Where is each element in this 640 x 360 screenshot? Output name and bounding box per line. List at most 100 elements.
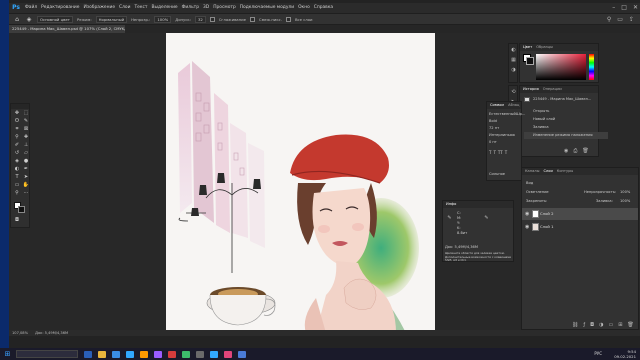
quick-select-tool-icon[interactable]: ✎ <box>22 118 30 125</box>
folder-icon[interactable]: ▭ <box>608 322 613 328</box>
photoshop-taskbar-icon[interactable] <box>126 350 134 358</box>
type-tool-icon[interactable]: T <box>13 174 21 181</box>
fx-icon[interactable]: ƒ <box>583 322 585 328</box>
camera-icon[interactable]: ⎙ <box>573 148 577 154</box>
blend-mode-select[interactable]: Осветление <box>526 190 549 195</box>
paint-bucket-icon[interactable]: ◈ <box>25 16 33 23</box>
pen-tool-icon[interactable]: ✒ <box>22 166 30 173</box>
workspace-icon[interactable]: ▭ <box>617 16 623 23</box>
document-canvas[interactable] <box>166 33 435 333</box>
system-clock[interactable]: 9:54 09.02.2021 <box>614 349 636 359</box>
tools-panel-header[interactable] <box>11 104 29 109</box>
all-caps-icon[interactable]: TT <box>498 150 503 155</box>
leading-field[interactable]: Интерлиньяж <box>489 133 515 138</box>
healing-tool-icon[interactable]: ✚ <box>22 134 30 141</box>
history-item[interactable]: Заливка <box>524 124 608 131</box>
color-panel-background[interactable] <box>526 57 534 65</box>
new-layer-icon[interactable]: ⊞ <box>618 322 622 328</box>
menu-layers[interactable]: Слои <box>117 3 132 13</box>
mode-select[interactable]: Нормальный <box>95 15 128 23</box>
close-button[interactable]: ✕ <box>633 3 638 13</box>
baseline-field[interactable]: 0 пт <box>489 140 497 145</box>
menu-3d[interactable]: 3D <box>201 3 211 13</box>
frame-tool-icon[interactable]: ⊠ <box>22 126 30 133</box>
tab-character[interactable]: Символ <box>490 102 504 109</box>
tolerance-field[interactable]: 32 <box>194 15 206 23</box>
blur-tool-icon[interactable]: ● <box>22 158 30 165</box>
history-item[interactable]: Открыть <box>524 108 608 115</box>
menu-view[interactable]: Просмотр <box>211 3 238 13</box>
snapshot-icon[interactable]: ◉ <box>564 148 568 154</box>
color-panel-icon[interactable]: ◐ <box>510 47 517 53</box>
faux-bold-icon[interactable]: T <box>489 150 491 155</box>
tab-color[interactable]: Цвет <box>523 44 532 51</box>
trash-icon[interactable]: 🗑 <box>582 148 588 154</box>
fill-field[interactable]: 100% <box>620 199 630 204</box>
app-taskbar-icon[interactable] <box>196 350 204 358</box>
background-color-swatch[interactable] <box>18 206 25 213</box>
quick-mask-icon[interactable]: ◘ <box>13 217 21 224</box>
faux-italic-icon[interactable]: T <box>493 150 495 155</box>
tab-actions[interactable]: Операции <box>543 86 562 93</box>
app-taskbar-icon[interactable] <box>210 350 218 358</box>
fill-source-select[interactable]: Основной цвет <box>37 15 73 23</box>
menu-file[interactable]: Файл <box>23 3 39 13</box>
minimize-button[interactable]: – <box>612 3 615 13</box>
tab-paths[interactable]: Контуры <box>557 168 573 175</box>
font-style-field[interactable]: Bold <box>489 119 497 124</box>
layer-row-selected[interactable]: ◉ Слой 2 <box>522 208 638 220</box>
font-size-field[interactable]: 72 пт <box>489 126 499 131</box>
hue-slider[interactable] <box>589 54 594 80</box>
app-taskbar-icon[interactable] <box>238 350 246 358</box>
menu-help[interactable]: Справка <box>312 3 335 13</box>
history-item[interactable]: Новый слой <box>524 116 608 123</box>
more-tools-icon[interactable]: ⋯ <box>22 190 30 197</box>
adjustments-panel-icon[interactable]: ◑ <box>510 67 517 73</box>
crop-tool-icon[interactable]: ⌗ <box>13 126 21 133</box>
history-brush-tool-icon[interactable]: ↺ <box>13 150 21 157</box>
lasso-tool-icon[interactable]: ʘ <box>13 118 21 125</box>
eraser-tool-icon[interactable]: ▱ <box>22 150 30 157</box>
tab-info[interactable]: Инфо <box>446 201 456 208</box>
menu-image[interactable]: Изображение <box>81 3 117 13</box>
keyboard-language[interactable]: РУС <box>594 351 602 356</box>
zoom-level[interactable]: 107,08% <box>12 331 28 335</box>
paint-bucket-tool-icon[interactable]: ◈ <box>13 158 21 165</box>
menu-plugins[interactable]: Подключаемые модули <box>238 3 296 13</box>
app-taskbar-icon[interactable] <box>168 350 176 358</box>
task-view-icon[interactable] <box>84 350 92 358</box>
shape-tool-icon[interactable]: ▭ <box>13 182 21 189</box>
adjustment-icon[interactable]: ◑ <box>599 322 603 328</box>
eyedropper-tool-icon[interactable]: ⚲ <box>13 134 21 141</box>
layer-filter-kind[interactable]: Вид <box>526 181 533 186</box>
all-layers-checkbox[interactable] <box>285 16 291 22</box>
menu-type[interactable]: Текст <box>132 3 149 13</box>
swatches-panel-icon[interactable]: ▦ <box>510 57 517 63</box>
font-family-field[interactable]: ЕстественныйШр... <box>489 112 525 117</box>
document-tab[interactable]: 225449 - Марина Мак_Шавел.psd @ 107% (Сл… <box>9 25 125 33</box>
premiere-taskbar-icon[interactable] <box>154 350 162 358</box>
visibility-eye-icon[interactable]: ◉ <box>525 221 529 233</box>
share-icon[interactable]: ⇪ <box>629 16 634 23</box>
menu-edit[interactable]: Редактирование <box>39 3 81 13</box>
menu-window[interactable]: Окно <box>296 3 312 13</box>
visibility-eye-icon[interactable]: ◉ <box>525 208 529 220</box>
marquee-tool-icon[interactable]: ⬚ <box>22 110 30 117</box>
menu-select[interactable]: Выделение <box>149 3 179 13</box>
home-icon[interactable]: ⌂ <box>13 16 21 23</box>
history-panel-icon[interactable]: ⟲ <box>510 89 517 95</box>
hand-tool-icon[interactable]: ✋ <box>22 182 30 189</box>
mask-icon[interactable]: ◘ <box>590 322 594 328</box>
tab-layers[interactable]: Слои <box>543 168 552 175</box>
layer-opacity-field[interactable]: 100% <box>620 190 630 195</box>
color-picker-field[interactable] <box>536 54 586 80</box>
zoom-tool-icon[interactable]: ⚲ <box>13 190 21 197</box>
smoothing-checkbox[interactable] <box>209 16 215 22</box>
tab-swatches[interactable]: Образцы <box>536 44 553 51</box>
move-tool-icon[interactable]: ✥ <box>13 110 21 117</box>
stamp-tool-icon[interactable]: ⊥ <box>22 142 30 149</box>
link-icon[interactable]: ⛓ <box>572 322 578 328</box>
layer-row[interactable]: ◉ Слой 1 <box>522 221 638 233</box>
underline-icon[interactable]: T <box>505 150 507 155</box>
dodge-tool-icon[interactable]: ◐ <box>13 166 21 173</box>
